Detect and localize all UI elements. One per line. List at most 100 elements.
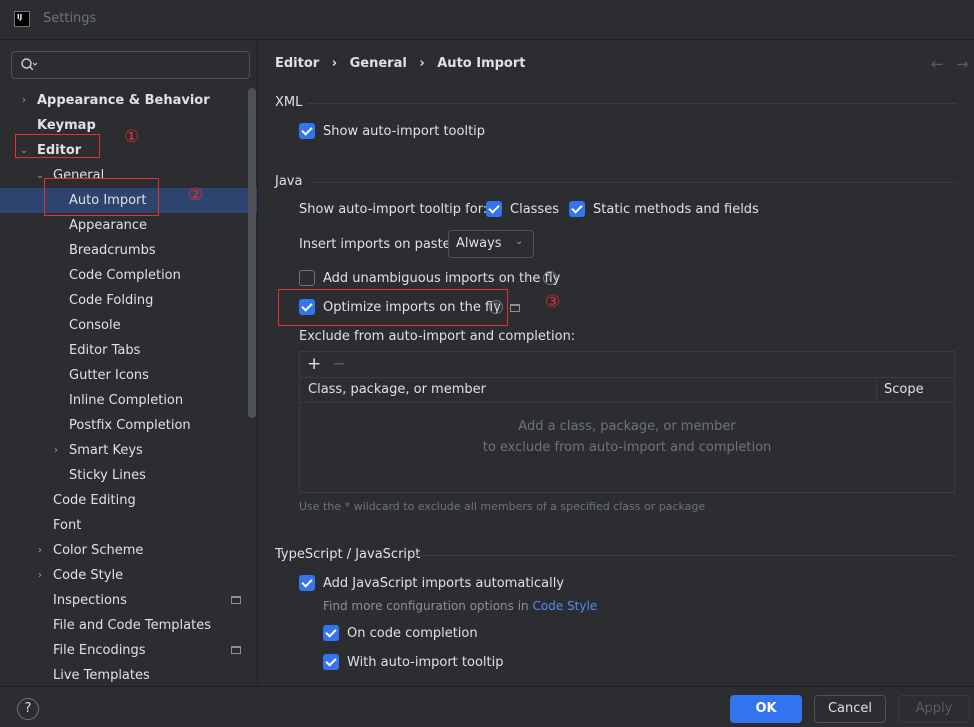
tree-item-inspections[interactable]: Inspections [0,588,257,613]
tree-item-file-code-templates[interactable]: File and Code Templates [0,613,257,638]
code-style-link[interactable]: Code Style [533,599,598,613]
breadcrumb-editor[interactable]: Editor [275,56,319,71]
insert-imports-label: Insert imports on paste: [299,237,456,252]
tree-item-label: Appearance [69,218,148,233]
tree-item-live-templates[interactable]: Live Templates [0,663,257,686]
tree-item-console[interactable]: Console [0,313,257,338]
tree-item-code-folding[interactable]: Code Folding [0,288,257,313]
with-tooltip-label: With auto-import tooltip [347,655,504,670]
tree-item-breadcrumbs[interactable]: Breadcrumbs [0,238,257,263]
settings-main-panel: Editor › General › Auto Import ← → XML S… [259,41,974,686]
tree-item-label: Code Style [53,568,124,583]
tree-item-label: Live Templates [53,668,150,683]
empty-table-text-2: to exclude from auto-import and completi… [482,440,772,455]
find-more-text: Find more configuration options in Code … [323,599,597,613]
section-title-java: Java [275,174,303,189]
annotation-number-two: ② [188,185,204,205]
settings-search-input[interactable] [11,51,250,79]
tree-item-inline-completion[interactable]: Inline Completion [0,388,257,413]
tree-item-sticky-lines[interactable]: Sticky Lines [0,463,257,488]
tree-item-label: Console [69,318,121,333]
tree-item-code-style[interactable]: › Code Style [0,563,257,588]
tree-item-label: Breadcrumbs [69,243,156,258]
static-methods-label: Static methods and fields [593,202,759,217]
search-icon [21,58,38,71]
project-scope-icon [231,646,241,654]
tree-item-label: Font [53,518,82,533]
column-header-class[interactable]: Class, package, or member [308,382,486,397]
window-title: Settings [43,11,97,26]
tree-item-smart-keys[interactable]: › Smart Keys [0,438,257,463]
tree-item-appearance-behavior[interactable]: › Appearance & Behavior [0,88,257,113]
add-icon[interactable]: + [307,354,321,374]
add-js-imports-label: Add JavaScript imports automatically [323,576,565,591]
annotation-number-one: ① [124,127,140,147]
empty-table-text-1: Add a class, package, or member [518,419,736,434]
tree-item-editor-tabs[interactable]: Editor Tabs [0,338,257,363]
exclude-table-toolbar: + − [300,352,954,378]
add-js-imports-checkbox[interactable] [299,575,315,591]
tree-item-label: Gutter Icons [69,368,149,383]
tree-item-label: Code Completion [69,268,181,283]
ok-button[interactable]: OK [730,695,802,723]
on-code-completion-checkbox[interactable] [323,625,339,641]
chevron-right-icon: › [22,95,26,106]
section-divider [309,182,957,183]
chevron-right-icon: › [38,570,42,581]
xml-show-tooltip-label: Show auto-import tooltip [323,124,486,139]
find-more-label: Find more configuration options in [323,599,529,613]
cancel-button[interactable]: Cancel [814,695,886,723]
tree-item-appearance[interactable]: Appearance [0,213,257,238]
tree-item-label: Inspections [53,593,127,608]
classes-checkbox[interactable] [486,201,502,217]
remove-icon[interactable]: − [332,354,346,374]
title-bar: IJ Settings [0,0,974,40]
insert-imports-dropdown[interactable]: Always ⌄ [448,230,534,258]
help-icon[interactable]: ? [543,271,557,285]
forward-arrow-icon[interactable]: → [956,55,969,73]
tree-item-label: Code Editing [53,493,136,508]
annotation-box-optimize-imports [278,289,508,326]
tree-item-code-editing[interactable]: Code Editing [0,488,257,513]
chevron-right-icon: › [38,545,42,556]
app-logo-icon: IJ [14,11,30,27]
exclude-label: Exclude from auto-import and completion: [299,329,576,344]
section-title-typescript: TypeScript / JavaScript [275,547,421,562]
column-header-scope[interactable]: Scope [884,382,924,397]
breadcrumb-general[interactable]: General [350,56,407,71]
static-methods-checkbox[interactable] [569,201,585,217]
chevron-right-icon: › [54,445,58,456]
xml-show-tooltip-checkbox[interactable] [299,123,315,139]
with-tooltip-checkbox[interactable] [323,654,339,670]
sidebar-scrollbar[interactable] [248,88,256,418]
tree-item-file-encodings[interactable]: File Encodings [0,638,257,663]
tree-item-font[interactable]: Font [0,513,257,538]
exclude-table-header: Class, package, or member Scope [300,378,954,403]
tree-item-label: Color Scheme [53,543,144,558]
tree-item-code-completion[interactable]: Code Completion [0,263,257,288]
breadcrumb-separator: › [331,56,338,71]
settings-sidebar: › Appearance & Behavior Keymap ⌄ Editor … [0,41,258,686]
tree-item-label: Appearance & Behavior [37,93,210,108]
section-divider [415,555,957,556]
tree-item-label: Postfix Completion [69,418,191,433]
classes-label: Classes [510,202,559,217]
back-arrow-icon[interactable]: ← [931,55,944,73]
add-unambiguous-checkbox[interactable] [299,270,315,286]
dialog-footer: ? OK Cancel Apply [0,686,974,727]
annotation-box-auto-import [44,178,159,216]
tree-item-gutter-icons[interactable]: Gutter Icons [0,363,257,388]
project-scope-icon [510,304,520,312]
tree-item-postfix-completion[interactable]: Postfix Completion [0,413,257,438]
section-divider [307,103,957,104]
tree-item-label: Inline Completion [69,393,184,408]
on-code-completion-label: On code completion [347,626,478,641]
insert-imports-value: Always [456,236,502,251]
help-button[interactable]: ? [17,698,39,720]
tree-item-color-scheme[interactable]: › Color Scheme [0,538,257,563]
breadcrumb: Editor › General › Auto Import [275,56,533,71]
tree-item-label: File and Code Templates [53,618,211,633]
add-unambiguous-label: Add unambiguous imports on the fly [323,271,561,286]
apply-button[interactable]: Apply [898,695,970,723]
tree-item-label: Smart Keys [69,443,143,458]
